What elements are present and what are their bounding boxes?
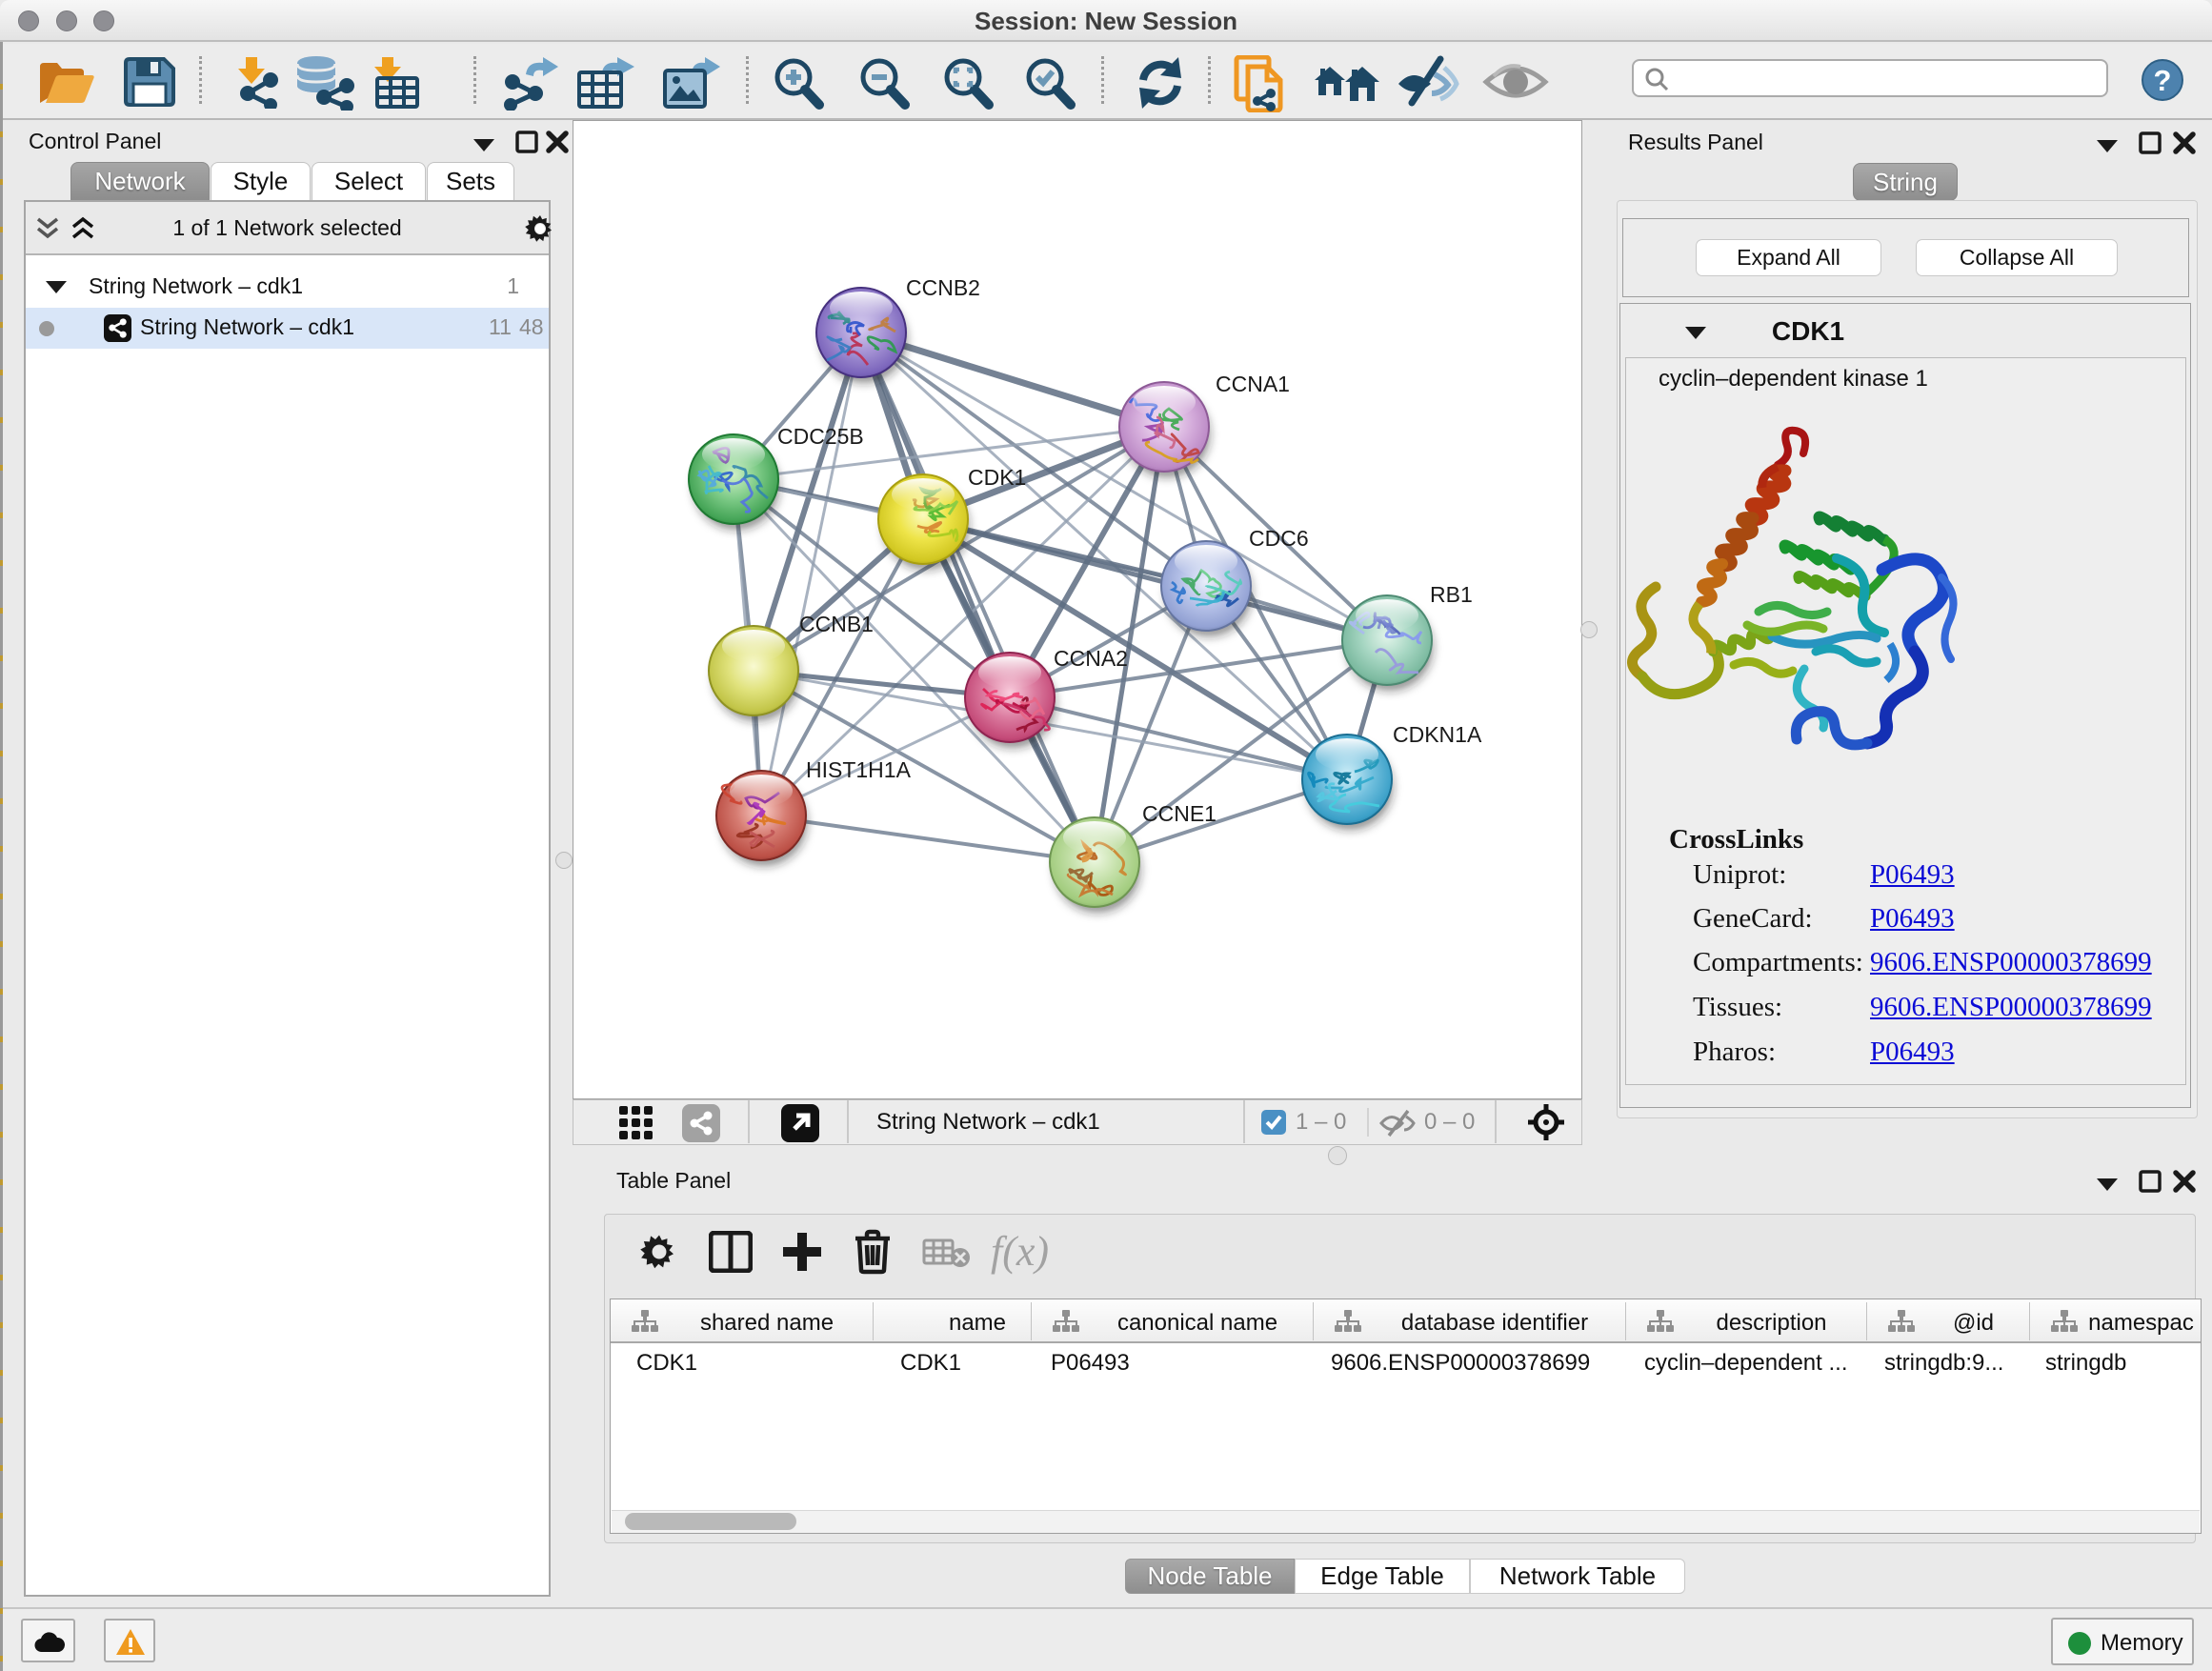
svg-text:CDC25B: CDC25B <box>777 424 864 449</box>
svg-text:CDKN1A: CDKN1A <box>1393 722 1482 747</box>
svg-text:CDK1: CDK1 <box>968 465 1026 490</box>
svg-text:CCNB1: CCNB1 <box>799 612 874 636</box>
svg-text:CDC6: CDC6 <box>1249 526 1309 551</box>
svg-text:HIST1H1A: HIST1H1A <box>806 757 912 782</box>
svg-text:RB1: RB1 <box>1430 582 1473 607</box>
svg-text:CCNE1: CCNE1 <box>1142 801 1217 826</box>
svg-text:CCNB2: CCNB2 <box>906 275 980 300</box>
svg-text:CCNA2: CCNA2 <box>1054 646 1128 671</box>
svg-text:CCNA1: CCNA1 <box>1216 372 1290 396</box>
